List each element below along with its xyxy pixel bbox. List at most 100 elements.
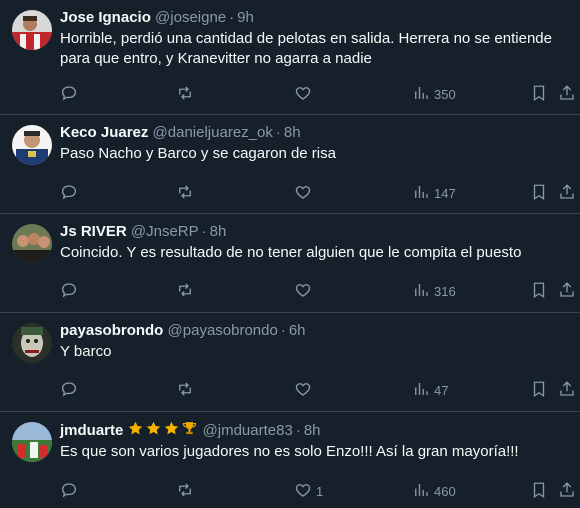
author-name[interactable]: Js RIVER — [60, 223, 127, 240]
bookmark-button[interactable] — [530, 183, 548, 203]
bookmark-button[interactable] — [530, 84, 548, 104]
share-icon — [558, 183, 576, 204]
views-icon — [412, 481, 430, 502]
reply-button[interactable] — [60, 481, 78, 501]
tweet[interactable]: Jose Ignacio @joseigne · 9h Horrible, perd… — [0, 0, 580, 115]
bookmark-icon — [530, 281, 548, 302]
repost-button[interactable] — [176, 481, 194, 501]
author-name[interactable]: Jose Ignacio — [60, 9, 151, 26]
reply-button[interactable] — [60, 380, 78, 400]
views-icon — [412, 84, 430, 105]
tweet[interactable]: jmduarte @jmduarte83 · 8h Es que son vario… — [0, 412, 580, 508]
view-count: 460 — [434, 483, 456, 499]
bookmark-icon — [530, 481, 548, 502]
repost-button[interactable] — [176, 281, 194, 301]
star-icon — [163, 420, 180, 437]
separator: · — [229, 9, 235, 26]
avatar[interactable] — [12, 125, 52, 165]
tweet-text: Horrible, perdió una cantidad de pelotas… — [60, 30, 552, 67]
timestamp[interactable]: 8h — [284, 124, 301, 141]
reply-icon — [60, 84, 78, 105]
like-button[interactable] — [294, 281, 316, 301]
tweet-text: Coincido. Y es resultado de no tener alg… — [60, 244, 522, 261]
repost-icon — [176, 380, 194, 401]
separator: · — [295, 422, 301, 439]
reply-button[interactable] — [60, 281, 78, 301]
views-icon — [412, 183, 430, 204]
view-count: 350 — [434, 86, 456, 102]
share-button[interactable] — [558, 183, 576, 203]
share-icon — [558, 380, 576, 401]
repost-icon — [176, 84, 194, 105]
trophy-icon — [181, 420, 198, 437]
share-button[interactable] — [558, 481, 576, 501]
repost-icon — [176, 481, 194, 502]
share-button[interactable] — [558, 380, 576, 400]
separator: · — [280, 322, 286, 339]
repost-button[interactable] — [176, 380, 194, 400]
bookmark-button[interactable] — [530, 380, 548, 400]
reply-icon — [60, 281, 78, 302]
author-name[interactable]: payasobrondo — [60, 322, 163, 339]
views-button[interactable]: 147 — [412, 183, 456, 203]
share-button[interactable] — [558, 84, 576, 104]
separator: · — [275, 124, 281, 141]
bookmark-button[interactable] — [530, 481, 548, 501]
views-button[interactable]: 350 — [412, 84, 456, 104]
avatar[interactable] — [12, 323, 52, 363]
bookmark-icon — [530, 380, 548, 401]
views-button[interactable]: 47 — [412, 380, 448, 400]
like-button[interactable] — [294, 84, 316, 104]
views-button[interactable]: 460 — [412, 481, 456, 501]
timestamp[interactable]: 8h — [210, 223, 227, 240]
author-handle[interactable]: @danieljuarez_ok — [153, 124, 273, 141]
reply-button[interactable] — [60, 84, 78, 104]
timestamp[interactable]: 6h — [289, 322, 306, 339]
view-count: 316 — [434, 283, 456, 299]
tweet[interactable]: Js RIVER @JnseRP · 8h Coincido. Y es resul… — [0, 214, 580, 313]
like-count: 1 — [316, 483, 324, 499]
repost-button[interactable] — [176, 84, 194, 104]
author-handle[interactable]: @jmduarte83 — [203, 422, 293, 439]
tweet-text: Es que son varios jugadores no es solo E… — [60, 443, 519, 460]
separator: · — [201, 223, 207, 240]
views-button[interactable]: 316 — [412, 281, 456, 301]
star-icon — [145, 420, 162, 437]
like-button[interactable] — [294, 380, 316, 400]
like-button[interactable] — [294, 183, 316, 203]
share-button[interactable] — [558, 281, 576, 301]
share-icon — [558, 481, 576, 502]
bookmark-icon — [530, 84, 548, 105]
reply-icon — [60, 183, 78, 204]
star-icon — [127, 420, 144, 437]
tweet-text: Y barco — [60, 343, 112, 360]
author-name[interactable]: jmduarte — [60, 422, 123, 439]
author-handle[interactable]: @JnseRP — [131, 223, 199, 240]
like-button[interactable]: 1 — [294, 481, 323, 501]
repost-icon — [176, 183, 194, 204]
bookmark-button[interactable] — [530, 281, 548, 301]
heart-icon — [294, 380, 312, 401]
views-icon — [412, 380, 430, 401]
share-icon — [558, 281, 576, 302]
repost-button[interactable] — [176, 183, 194, 203]
share-icon — [558, 84, 576, 105]
reply-icon — [60, 380, 78, 401]
repost-icon — [176, 281, 194, 302]
timestamp[interactable]: 9h — [237, 9, 254, 26]
author-name[interactable]: Keco Juarez — [60, 124, 148, 141]
avatar[interactable] — [12, 224, 52, 264]
author-handle[interactable]: @joseigne — [155, 9, 226, 26]
heart-icon — [294, 84, 312, 105]
reply-button[interactable] — [60, 183, 78, 203]
bookmark-icon — [530, 183, 548, 204]
avatar[interactable] — [12, 422, 52, 462]
view-count: 147 — [434, 185, 456, 201]
author-handle[interactable]: @payasobrondo — [168, 322, 278, 339]
heart-icon — [294, 281, 312, 302]
tweet[interactable]: Keco Juarez @danieljuarez_ok · 8h Paso Nac… — [0, 115, 580, 214]
timestamp[interactable]: 8h — [304, 422, 321, 439]
avatar[interactable] — [12, 10, 52, 50]
tweet[interactable]: payasobrondo @payasobrondo · 6h Y barco 47 — [0, 313, 580, 412]
heart-icon — [294, 183, 312, 204]
